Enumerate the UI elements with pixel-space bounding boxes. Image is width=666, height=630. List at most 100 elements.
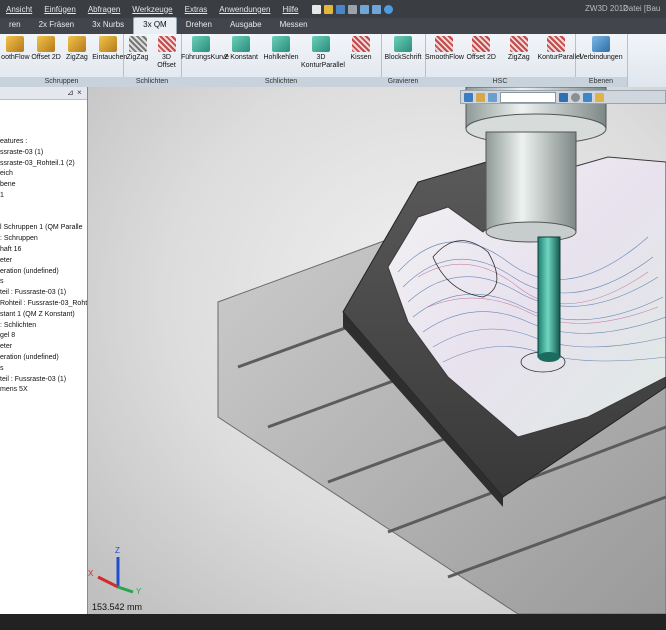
ribbon-button[interactable]: SmoothFlow <box>425 36 464 62</box>
ribbon-button[interactable]: Offset 2D <box>31 36 62 62</box>
view-cube-icon[interactable] <box>559 92 568 102</box>
ribbon-button[interactable]: Hohlkehlen <box>261 36 301 62</box>
zoom-icon[interactable] <box>571 92 580 102</box>
ribbon-group-label: Schlichten <box>181 77 381 87</box>
pin-icon[interactable]: ⊿ <box>67 88 74 97</box>
shade-icon[interactable] <box>583 92 592 102</box>
tree-item[interactable]: teil : Fussraste-03 (1) <box>0 375 66 384</box>
ribbon-group: BlockSchrift Gravieren <box>381 34 426 87</box>
ribbon-group: ZigZag 3D Offset Schlichten <box>123 34 182 87</box>
guidecurve-icon <box>192 36 210 52</box>
ribbon-button-label: Z Konstant <box>224 54 258 61</box>
ribbon-group-label: Ebenen <box>575 77 627 87</box>
ribbon-button[interactable]: ZigZag <box>62 36 93 62</box>
ribbon-button-label: Offset 2D <box>31 54 61 61</box>
tree-item[interactable]: s <box>0 277 4 286</box>
tree-item[interactable]: eration (undefined) <box>0 267 59 276</box>
tree-item[interactable]: eration (undefined) <box>0 353 59 362</box>
ribbon-button[interactable]: ZigZag <box>500 36 538 62</box>
ribbon-tabs: ren 2x Fräsen 3x Nurbs 3x QM Drehen Ausgabe Me… <box>0 17 666 34</box>
ribbon-group: oothFlow Offset 2D ZigZag Eintauchen Schrupp… <box>0 34 127 87</box>
print-icon[interactable] <box>348 4 358 14</box>
tree-item[interactable]: ssraste-03 (1) <box>0 148 43 157</box>
smoothflow-icon <box>6 36 25 52</box>
3d-viewport[interactable]: Z X Y <box>88 87 666 614</box>
ribbon-button[interactable]: oothFlow <box>0 36 31 62</box>
ribbon-button[interactable]: BlockSchrift <box>381 36 425 62</box>
operation-tree: eatures : ssraste-03 (1) ssraste-03_Rohtei… <box>0 99 87 614</box>
menu-item[interactable]: Extras <box>179 5 214 14</box>
menu-item[interactable]: Ansicht <box>0 5 38 14</box>
filter-input[interactable] <box>500 91 556 103</box>
tab-2[interactable]: 3x Nurbs <box>83 18 133 34</box>
ribbon-button-label: ZigZag <box>65 54 88 61</box>
render-icon[interactable] <box>595 92 604 102</box>
ribbon-button[interactable]: Eintauchen <box>92 36 127 62</box>
save-icon[interactable] <box>336 4 346 14</box>
status-bar <box>0 614 666 630</box>
menu-item[interactable]: Abfragen <box>82 5 126 14</box>
tree-item[interactable]: eich <box>0 169 13 178</box>
tab-0[interactable]: ren <box>0 18 30 34</box>
tree-item[interactable]: teil : Fussraste-03 (1) <box>0 288 66 297</box>
tab-1[interactable]: 2x Fräsen <box>30 18 84 34</box>
tree-item[interactable]: bene <box>0 180 16 189</box>
zconstant-icon <box>232 36 250 52</box>
ribbon-button-label: Hohlkehlen <box>263 54 299 61</box>
zigzag-icon <box>128 36 147 52</box>
tree-item[interactable]: l Schruppen 1 (QM Paralle <box>0 223 82 232</box>
smoothflow-icon <box>434 36 453 52</box>
menu-item[interactable]: Werkzeuge <box>126 5 178 14</box>
ribbon-button[interactable]: Offset 2D <box>463 36 501 62</box>
tab-4[interactable]: Drehen <box>177 18 221 34</box>
offset2d-icon <box>37 36 56 52</box>
ribbon-group-label: Gravieren <box>381 77 425 87</box>
zigzag-icon <box>67 36 86 52</box>
undo-icon[interactable] <box>360 4 370 14</box>
ribbon-button[interactable]: 3D KonturParallel <box>301 36 345 70</box>
blockfont-icon <box>394 36 412 52</box>
close-icon[interactable]: × <box>77 88 82 97</box>
menu-item[interactable]: Einfügen <box>38 5 82 14</box>
tab-3[interactable]: 3x QM <box>133 17 177 34</box>
document-name: Datei [Bau <box>623 4 661 13</box>
tree-item[interactable]: ssraste-03_Rohteil.1 (2) <box>0 159 75 168</box>
pen-icon[interactable] <box>476 92 485 102</box>
tree-item[interactable]: Rohteil : Fussraste-03_Rohteil.1 <box>0 299 87 308</box>
ribbon-button[interactable]: 3D Offset <box>152 36 181 70</box>
machining-scene: Z X Y <box>88 87 666 614</box>
select-icon[interactable] <box>464 92 473 102</box>
tree-item[interactable]: gel 8 <box>0 331 15 340</box>
tab-5[interactable]: Ausgabe <box>221 18 271 34</box>
new-file-icon[interactable] <box>312 4 322 14</box>
grid-icon[interactable] <box>488 92 497 102</box>
connections-icon <box>592 36 610 52</box>
redo-icon[interactable] <box>372 4 382 14</box>
ribbon-button[interactable]: Z Konstant <box>221 36 261 62</box>
menu-item[interactable]: Hilfe <box>276 5 304 14</box>
quick-access-toolbar <box>312 4 394 14</box>
refresh-icon[interactable] <box>384 4 394 14</box>
tab-6[interactable]: Messen <box>271 18 317 34</box>
tree-item[interactable]: eter <box>0 256 12 265</box>
ribbon-button[interactable]: FührungsKurve <box>181 36 229 62</box>
ribbon-button[interactable]: Kissen <box>341 36 381 62</box>
ribbon-button-label: ZigZag <box>507 54 530 61</box>
tree-item[interactable]: haft 16 <box>0 245 21 254</box>
tree-item[interactable]: eter <box>0 342 12 351</box>
tree-item[interactable]: 1 <box>0 191 4 200</box>
tree-item[interactable]: s <box>0 364 4 373</box>
tree-item[interactable]: : Schlichten <box>0 321 36 330</box>
tree-item[interactable]: stant 1 (QM Z Konstant) <box>0 310 75 319</box>
contourparallel-icon <box>547 36 566 52</box>
ribbon-button[interactable]: Verbindungen <box>575 36 627 62</box>
open-folder-icon[interactable] <box>324 4 334 14</box>
tree-item[interactable]: : Schruppen <box>0 234 38 243</box>
tree-item[interactable]: mens 5X <box>0 385 28 394</box>
menu-bar: Ansicht Einfügen Abfragen Werkzeuge Extras An… <box>0 0 666 18</box>
ribbon-button[interactable]: ZigZag <box>123 36 152 62</box>
measure-readout: 153.542 mm <box>92 602 143 612</box>
menu-item[interactable]: Anwendungen <box>213 5 276 14</box>
ribbon-button[interactable]: KonturParallel <box>538 36 581 62</box>
tree-item[interactable]: eatures : <box>0 137 27 146</box>
